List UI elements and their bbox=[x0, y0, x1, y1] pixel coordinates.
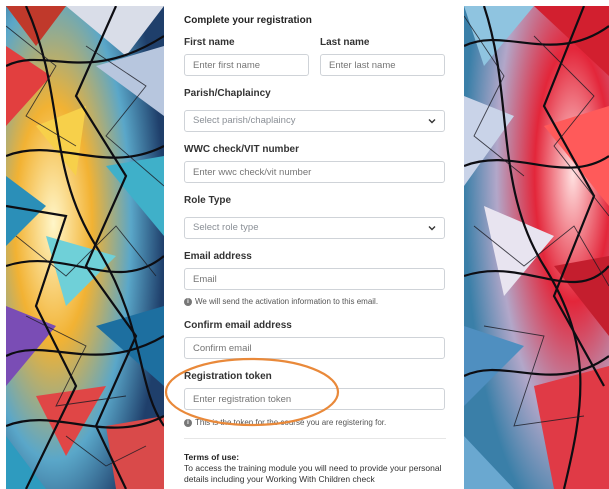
divider bbox=[184, 438, 446, 439]
first-name-label: First name bbox=[184, 37, 235, 48]
info-icon: i bbox=[184, 418, 192, 427]
terms-text: To access the training module you will n… bbox=[184, 463, 442, 484]
terms-title: Terms of use: bbox=[184, 452, 240, 462]
parish-selected-value: Select parish/chaplaincy bbox=[193, 115, 296, 126]
registration-token-input[interactable] bbox=[184, 388, 445, 410]
role-type-label: Role Type bbox=[184, 195, 232, 206]
chevron-down-icon bbox=[428, 226, 436, 231]
email-help: i We will send the activation information… bbox=[184, 297, 378, 306]
registration-form: Complete your registration First name La… bbox=[170, 0, 460, 489]
role-type-select[interactable]: Select role type bbox=[184, 217, 445, 239]
token-help-text: This is the token for the course you are… bbox=[195, 418, 387, 427]
form-title: Complete your registration bbox=[184, 15, 312, 26]
confirm-email-label: Confirm email address bbox=[184, 320, 292, 331]
wwc-label: WWC check/VIT number bbox=[184, 144, 300, 155]
last-name-input[interactable] bbox=[320, 54, 445, 76]
email-label: Email address bbox=[184, 251, 252, 262]
parish-select[interactable]: Select parish/chaplaincy bbox=[184, 110, 445, 132]
stained-glass-left bbox=[6, 6, 164, 489]
role-selected-value: Select role type bbox=[193, 222, 259, 233]
chevron-down-icon bbox=[428, 119, 436, 124]
email-help-text: We will send the activation information … bbox=[195, 297, 379, 306]
confirm-email-input[interactable] bbox=[184, 337, 445, 359]
wwc-input[interactable] bbox=[184, 161, 445, 183]
stained-glass-right bbox=[464, 6, 609, 489]
email-input[interactable] bbox=[184, 268, 445, 290]
first-name-input[interactable] bbox=[184, 54, 309, 76]
info-icon: i bbox=[184, 297, 192, 306]
registration-token-label: Registration token bbox=[184, 371, 272, 382]
parish-label: Parish/Chaplaincy bbox=[184, 88, 271, 99]
last-name-label: Last name bbox=[320, 37, 370, 48]
token-help: i This is the token for the course you ar… bbox=[184, 418, 386, 427]
